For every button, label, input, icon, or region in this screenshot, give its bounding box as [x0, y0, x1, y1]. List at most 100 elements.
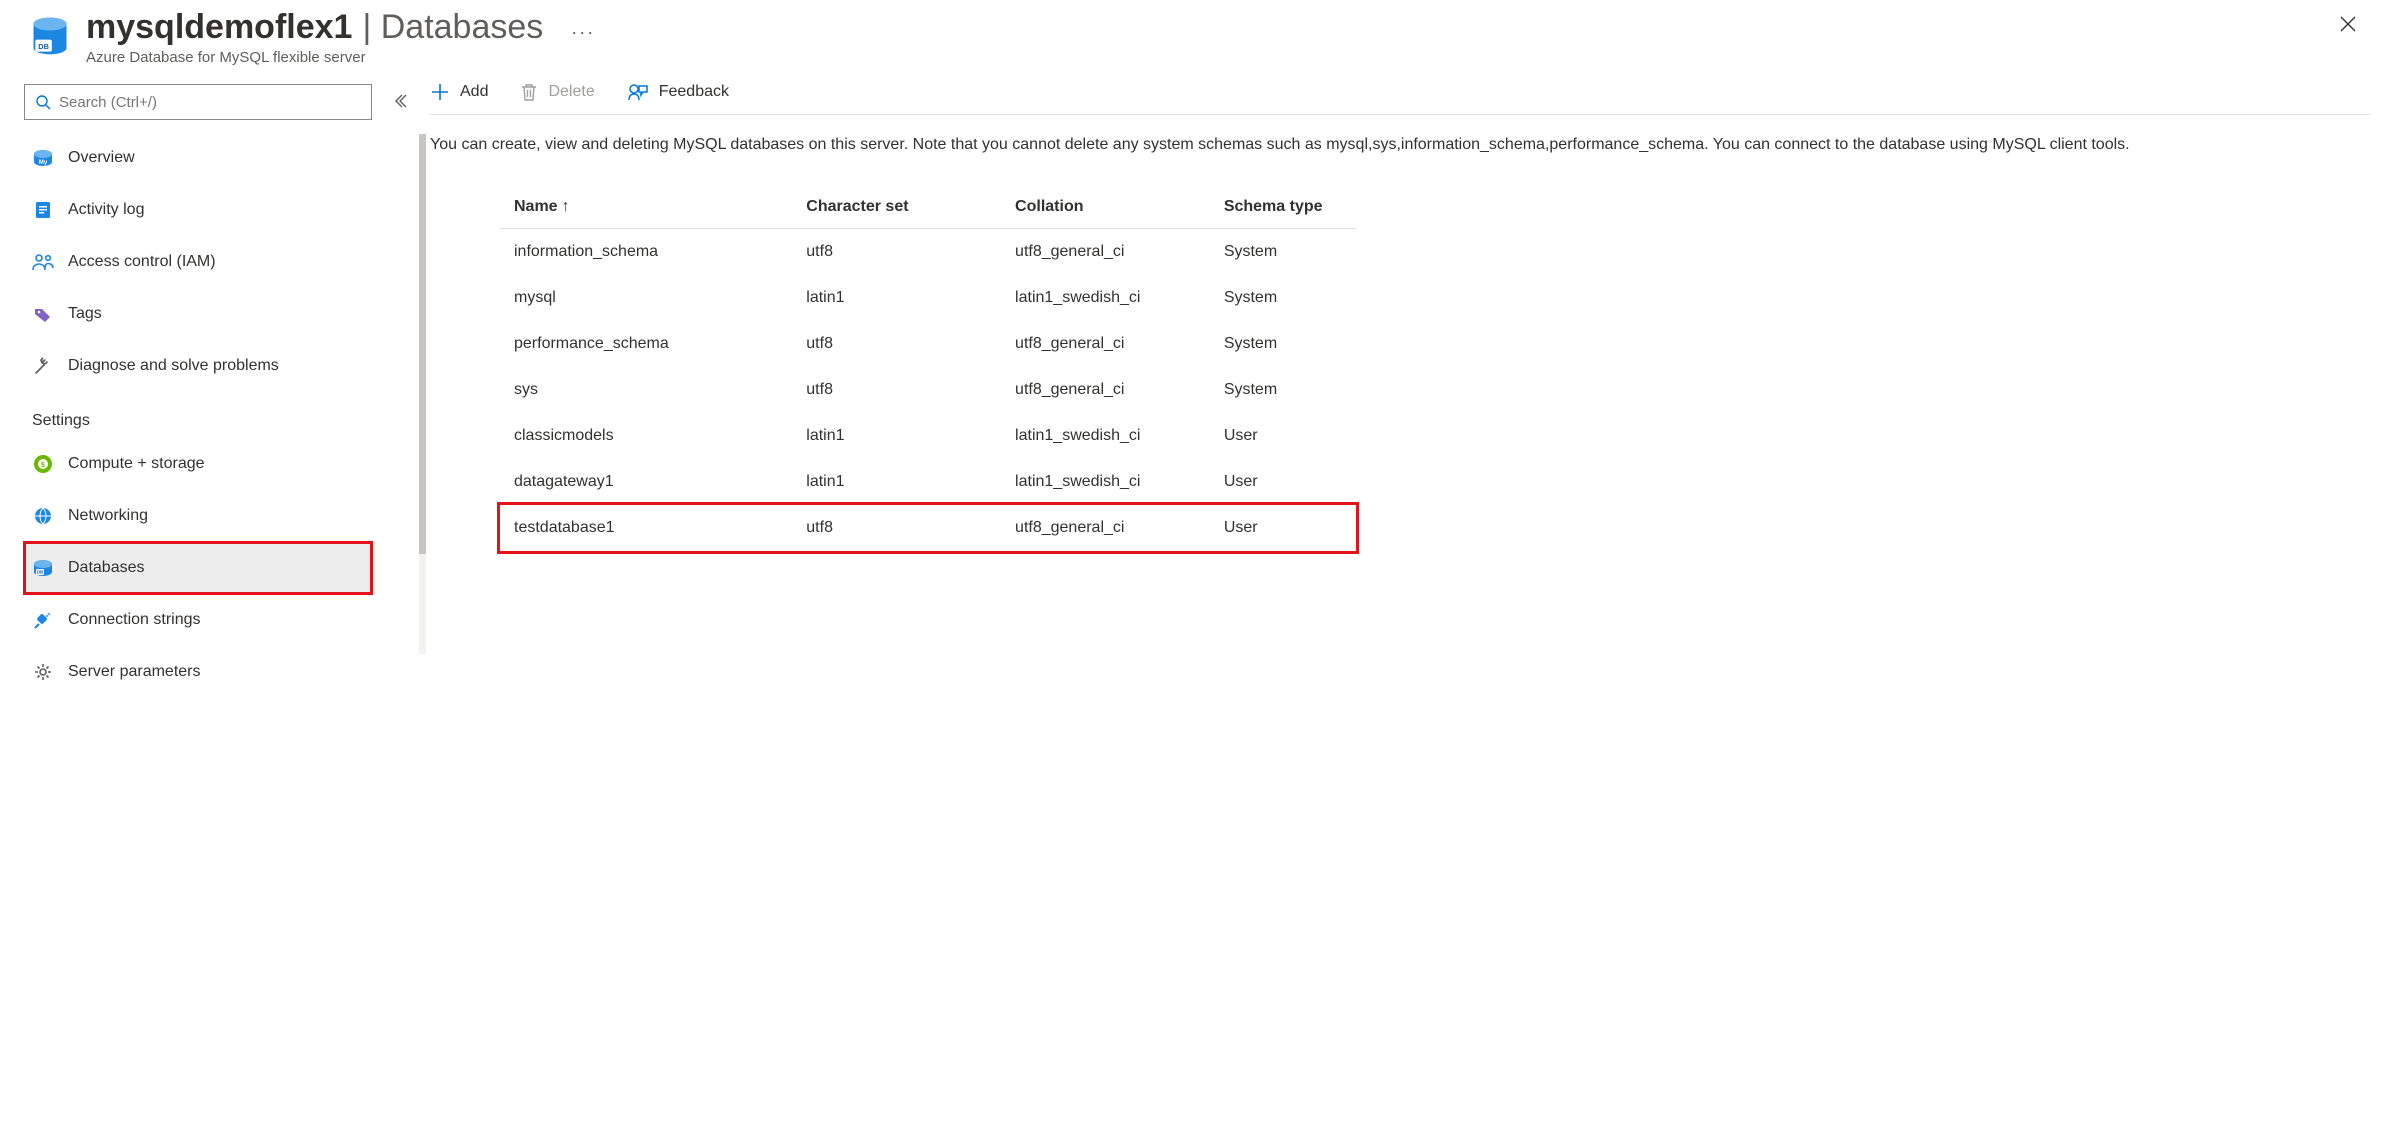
- sidebar-item-label: Networking: [68, 507, 148, 525]
- close-button[interactable]: [2334, 10, 2362, 38]
- table-cell-name: information_schema: [500, 228, 792, 275]
- sidebar-item-databases[interactable]: DB Databases: [24, 542, 372, 594]
- delete-button-label: Delete: [548, 83, 594, 101]
- table-row[interactable]: classicmodelslatin1latin1_swedish_ciUser: [500, 413, 1356, 459]
- tags-icon: [32, 303, 54, 325]
- sidebar-item-label: Server parameters: [68, 663, 201, 681]
- sidebar: My Overview Activity log Access control …: [24, 70, 424, 698]
- delete-button: Delete: [520, 82, 594, 102]
- table-cell-collation: latin1_swedish_ci: [1001, 413, 1210, 459]
- table-cell-schema: System: [1210, 321, 1356, 367]
- svg-text:DB: DB: [38, 42, 49, 51]
- mysql-server-icon: DB: [28, 14, 72, 58]
- svg-text:$: $: [41, 462, 45, 469]
- activity-log-icon: [32, 199, 54, 221]
- collapse-sidebar-button[interactable]: [392, 93, 408, 112]
- add-button[interactable]: Add: [430, 82, 488, 102]
- sidebar-item-networking[interactable]: Networking: [24, 490, 424, 542]
- scrollbar-track[interactable]: [419, 134, 426, 654]
- sidebar-item-activity-log[interactable]: Activity log: [24, 184, 424, 236]
- sidebar-item-label: Connection strings: [68, 611, 201, 629]
- sidebar-item-label: Databases: [68, 559, 145, 577]
- table-cell-charset: latin1: [792, 275, 1001, 321]
- trash-icon: [520, 82, 538, 102]
- sidebar-item-label: Tags: [68, 305, 102, 323]
- databases-table: Name↑ Character set Collation Schema typ…: [500, 186, 1356, 551]
- column-header-charset[interactable]: Character set: [792, 186, 1001, 229]
- iam-icon: [32, 251, 54, 273]
- database-icon: DB: [32, 557, 54, 579]
- table-row[interactable]: information_schemautf8utf8_general_ciSys…: [500, 228, 1356, 275]
- table-cell-name: classicmodels: [500, 413, 792, 459]
- plus-icon: [430, 82, 450, 102]
- column-header-collation[interactable]: Collation: [1001, 186, 1210, 229]
- feedback-button[interactable]: Feedback: [627, 82, 729, 102]
- sidebar-item-label: Activity log: [68, 201, 144, 219]
- sidebar-item-label: Access control (IAM): [68, 253, 216, 271]
- connection-icon: [32, 609, 54, 631]
- table-cell-schema: User: [1210, 505, 1356, 551]
- sort-ascending-icon: ↑: [562, 198, 570, 215]
- table-cell-collation: utf8_general_ci: [1001, 367, 1210, 413]
- sidebar-item-compute[interactable]: $ Compute + storage: [24, 438, 424, 490]
- sidebar-item-label: Diagnose and solve problems: [68, 357, 279, 375]
- table-cell-charset: utf8: [792, 505, 1001, 551]
- table-row[interactable]: datagateway1latin1latin1_swedish_ciUser: [500, 459, 1356, 505]
- more-actions-icon[interactable]: ···: [571, 22, 595, 43]
- table-cell-charset: utf8: [792, 321, 1001, 367]
- table-cell-collation: utf8_general_ci: [1001, 505, 1210, 551]
- table-cell-schema: System: [1210, 367, 1356, 413]
- sidebar-item-server-parameters[interactable]: Server parameters: [24, 646, 424, 698]
- table-row[interactable]: mysqllatin1latin1_swedish_ciSystem: [500, 275, 1356, 321]
- table-cell-charset: utf8: [792, 367, 1001, 413]
- sidebar-item-iam[interactable]: Access control (IAM): [24, 236, 424, 288]
- sidebar-item-label: Overview: [68, 149, 135, 167]
- search-icon: [35, 94, 51, 110]
- svg-text:DB: DB: [37, 570, 44, 575]
- table-cell-schema: System: [1210, 228, 1356, 275]
- compute-icon: $: [32, 453, 54, 475]
- table-row[interactable]: sysutf8utf8_general_ciSystem: [500, 367, 1356, 413]
- sidebar-item-tags[interactable]: Tags: [24, 288, 424, 340]
- page-header: DB mysqldemoflex1 | Databases ··· Azure …: [0, 0, 2390, 70]
- table-cell-collation: utf8_general_ci: [1001, 321, 1210, 367]
- main-content: Add Delete Feedback You can create, view…: [424, 70, 2390, 698]
- table-cell-name: sys: [500, 367, 792, 413]
- page-description: You can create, view and deleting MySQL …: [430, 133, 2364, 158]
- table-cell-collation: utf8_general_ci: [1001, 228, 1210, 275]
- table-cell-schema: System: [1210, 275, 1356, 321]
- page-title-section: | Databases: [362, 8, 543, 47]
- sidebar-item-diagnose[interactable]: Diagnose and solve problems: [24, 340, 424, 392]
- overview-icon: My: [32, 147, 54, 169]
- table-cell-charset: latin1: [792, 413, 1001, 459]
- table-cell-charset: latin1: [792, 459, 1001, 505]
- page-subtitle: Azure Database for MySQL flexible server: [86, 49, 2334, 66]
- table-row[interactable]: performance_schemautf8utf8_general_ciSys…: [500, 321, 1356, 367]
- table-cell-name: testdatabase1: [500, 505, 792, 551]
- table-row[interactable]: testdatabase1utf8utf8_general_ciUser: [500, 505, 1356, 551]
- column-header-name[interactable]: Name↑: [500, 186, 792, 229]
- wrench-icon: [32, 355, 54, 377]
- scrollbar-thumb[interactable]: [419, 134, 426, 554]
- table-cell-collation: latin1_swedish_ci: [1001, 275, 1210, 321]
- feedback-button-label: Feedback: [659, 83, 729, 101]
- table-cell-name: performance_schema: [500, 321, 792, 367]
- sidebar-section-settings: Settings: [24, 392, 424, 438]
- networking-icon: [32, 505, 54, 527]
- search-box[interactable]: [24, 84, 372, 120]
- sidebar-item-connection-strings[interactable]: Connection strings: [24, 594, 424, 646]
- sidebar-item-overview[interactable]: My Overview: [24, 132, 424, 184]
- table-cell-charset: utf8: [792, 228, 1001, 275]
- column-header-schema[interactable]: Schema type: [1210, 186, 1356, 229]
- search-input[interactable]: [59, 94, 361, 111]
- table-cell-schema: User: [1210, 459, 1356, 505]
- gear-icon: [32, 661, 54, 683]
- add-button-label: Add: [460, 83, 488, 101]
- table-cell-name: mysql: [500, 275, 792, 321]
- sidebar-item-label: Compute + storage: [68, 455, 205, 473]
- toolbar: Add Delete Feedback: [430, 82, 2370, 115]
- table-cell-collation: latin1_swedish_ci: [1001, 459, 1210, 505]
- table-cell-name: datagateway1: [500, 459, 792, 505]
- table-cell-schema: User: [1210, 413, 1356, 459]
- page-title: mysqldemoflex1: [86, 8, 352, 47]
